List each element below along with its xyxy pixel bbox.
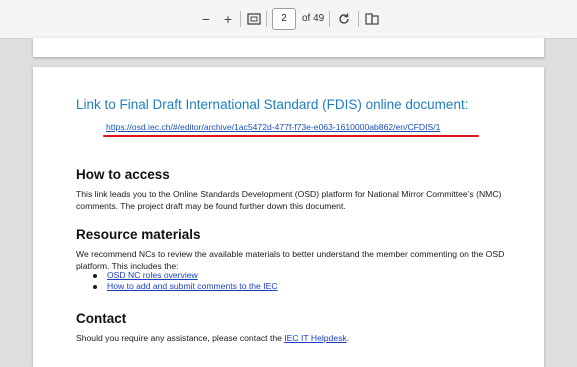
toolbar-divider bbox=[358, 11, 359, 27]
resource-materials-text: We recommend NCs to review the available… bbox=[76, 249, 505, 271]
previous-page bbox=[33, 38, 544, 57]
contact-text-suffix: . bbox=[346, 333, 350, 343]
page-number-input[interactable]: 2 bbox=[272, 8, 296, 30]
fdis-document-link[interactable]: https://osd.iec.ch/#/editor/archive/1ac5… bbox=[106, 122, 440, 132]
resource-materials-heading: Resource materials bbox=[76, 227, 201, 242]
how-to-access-text: This link leads you to the Online Standa… bbox=[76, 189, 502, 211]
red-highlight-underline bbox=[103, 135, 479, 137]
contact-heading: Contact bbox=[76, 311, 127, 326]
fdis-link-heading: Link to Final Draft International Standa… bbox=[76, 97, 469, 112]
fit-page-icon bbox=[247, 13, 261, 25]
contact-text-prefix: Should you require any assistance, pleas… bbox=[76, 333, 285, 343]
toolbar-divider bbox=[266, 11, 267, 27]
how-to-access-heading: How to access bbox=[76, 167, 170, 182]
zoom-out-button[interactable]: − bbox=[196, 9, 216, 29]
osd-nc-roles-link[interactable]: OSD NC roles overview bbox=[107, 270, 198, 280]
toolbar-divider bbox=[240, 11, 241, 27]
two-page-view-button[interactable] bbox=[362, 9, 382, 29]
zoom-in-button[interactable]: + bbox=[218, 9, 238, 29]
rotate-icon bbox=[339, 13, 349, 24]
pdf-toolbar: − + 2 of 49 bbox=[0, 0, 577, 39]
minus-icon: − bbox=[201, 11, 211, 27]
toolbar-divider bbox=[329, 11, 330, 27]
rotate-button[interactable] bbox=[334, 9, 354, 29]
plus-icon: + bbox=[223, 11, 233, 27]
page-count-label: of 49 bbox=[302, 13, 325, 24]
list-item: OSD NC roles overview bbox=[90, 270, 278, 281]
two-page-icon bbox=[365, 13, 379, 25]
add-submit-comments-link[interactable]: How to add and submit comments to the IE… bbox=[107, 281, 278, 291]
resource-links-list: OSD NC roles overview How to add and sub… bbox=[90, 270, 278, 292]
list-item: How to add and submit comments to the IE… bbox=[90, 281, 278, 292]
fit-page-button[interactable] bbox=[244, 9, 264, 29]
document-page: Link to Final Draft International Standa… bbox=[33, 67, 544, 367]
iec-it-helpdesk-link[interactable]: IEC IT Helpdesk bbox=[284, 333, 346, 343]
contact-text: Should you require any assistance, pleas… bbox=[76, 333, 528, 345]
